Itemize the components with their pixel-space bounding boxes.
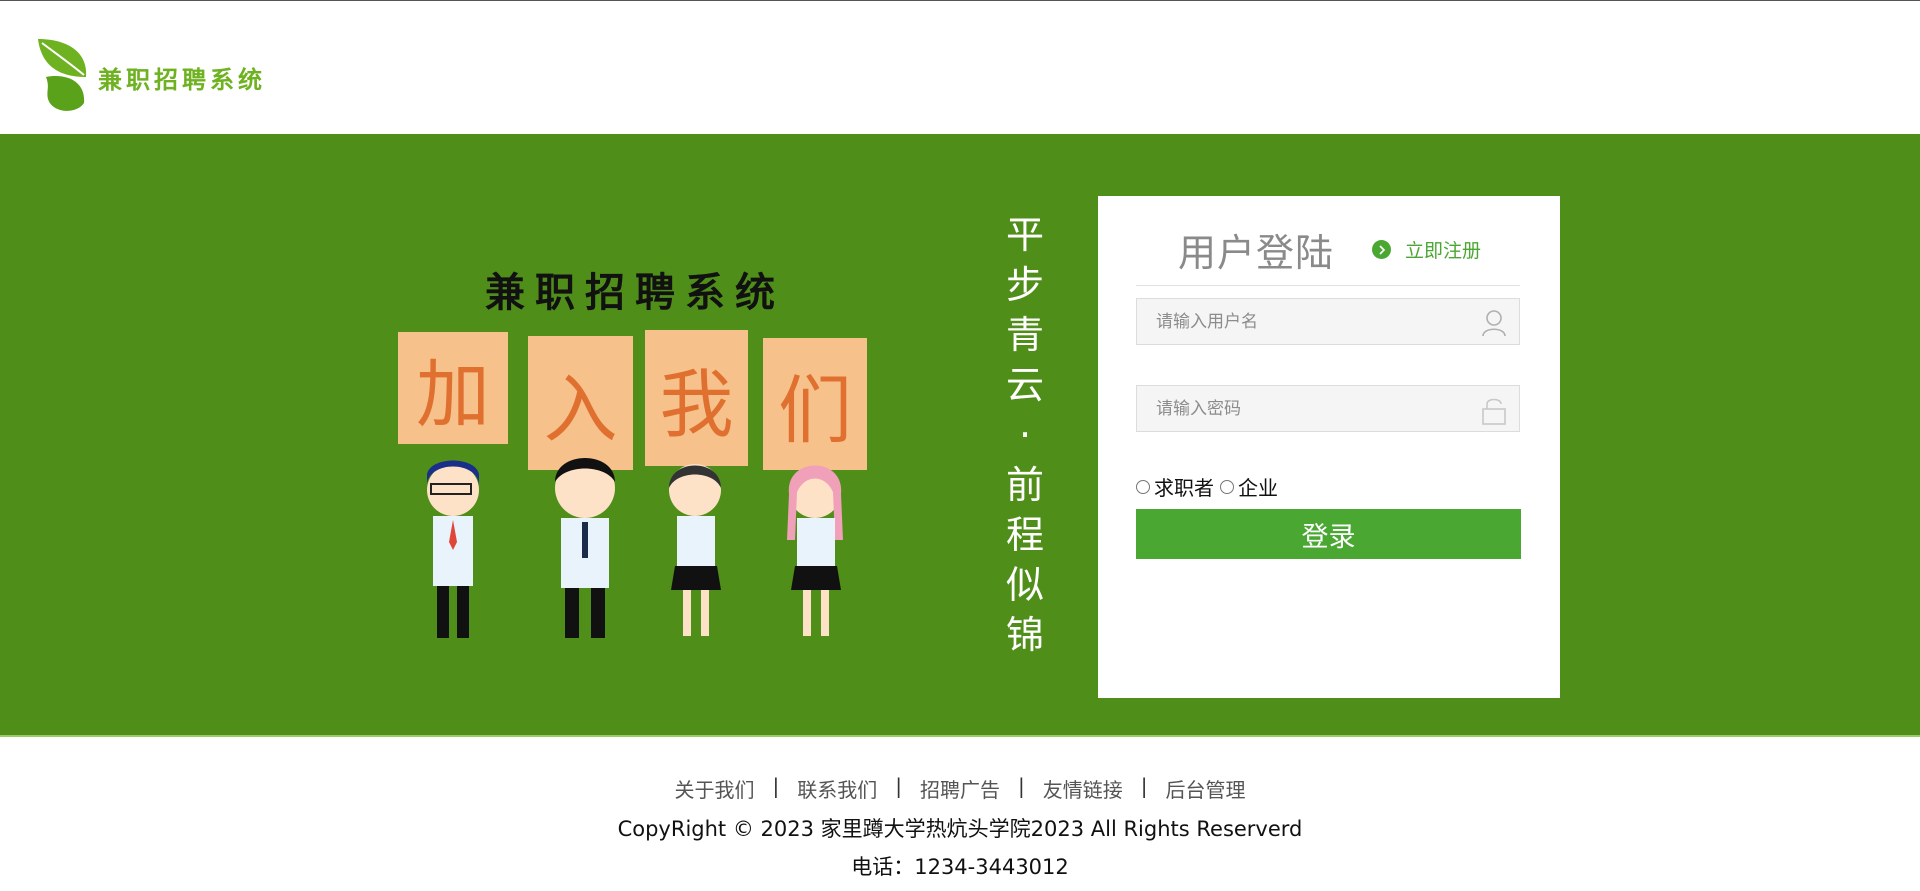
footer-link-contact[interactable]: 联系我们 <box>797 774 877 803</box>
footer-link-about[interactable]: 关于我们 <box>675 774 755 803</box>
slogan-char: 步 <box>1005 263 1044 307</box>
username-field <box>1136 298 1520 345</box>
poster-sign: 加 <box>398 332 508 444</box>
role-option-jobseeker[interactable]: 求职者 <box>1136 472 1214 501</box>
hero-band <box>0 134 1920 736</box>
site-footer: 关于我们 | 联系我们 | 招聘广告 | 友情链接 | 后台管理 CopyRig… <box>0 737 1920 891</box>
footer-separator: | <box>1140 774 1148 798</box>
slogan-char: · <box>1018 413 1032 457</box>
password-field <box>1136 385 1520 432</box>
password-input[interactable] <box>1137 386 1476 431</box>
slogan-char: 似 <box>1005 563 1044 607</box>
role-label: 企业 <box>1238 476 1278 500</box>
footer-separator: | <box>895 774 902 798</box>
footer-separator: | <box>1018 774 1025 798</box>
lock-icon <box>1481 396 1507 430</box>
slogan-vertical: 平 步 青 云 · 前 程 似 锦 <box>998 210 1052 660</box>
login-title: 用户登陆 <box>1178 231 1335 275</box>
copyright-text: CopyRight © 2023 家里蹲大学热炕头学院2023 All Righ… <box>617 817 1303 841</box>
join-us-poster: 兼职招聘系统 加 入 我 们 <box>395 250 875 650</box>
footer-link-admin[interactable]: 后台管理 <box>1166 774 1246 803</box>
role-radio-company[interactable] <box>1220 479 1234 494</box>
phone-text: 电话：1234-3443012 <box>851 855 1069 879</box>
leaf-logo-icon <box>38 39 87 111</box>
role-radio-jobseeker[interactable] <box>1136 479 1150 494</box>
register-label: 立即注册 <box>1405 240 1482 262</box>
site-header: 兼职招聘系统 <box>0 1 1920 134</box>
user-icon <box>1481 309 1507 341</box>
username-input[interactable] <box>1137 299 1476 344</box>
role-option-company[interactable]: 企业 <box>1220 472 1278 501</box>
slogan-char: 青 <box>1005 313 1044 357</box>
register-link[interactable]: 立即注册 <box>1372 236 1481 263</box>
logo-text: 兼职招聘系统 <box>98 64 266 94</box>
role-label: 求职者 <box>1154 476 1214 500</box>
login-panel: 用户登陆 立即注册 求职者 企业 <box>1098 196 1560 698</box>
poster-title: 兼职招聘系统 <box>485 269 785 316</box>
footer-link-ads[interactable]: 招聘广告 <box>920 774 1000 803</box>
chevron-right-circle-icon <box>1372 240 1391 259</box>
footer-link-friends[interactable]: 友情链接 <box>1043 774 1123 803</box>
footer-links: 关于我们 | 联系我们 | 招聘广告 | 友情链接 | 后台管理 <box>0 774 1920 803</box>
role-selector: 求职者 企业 <box>1136 472 1278 501</box>
slogan-char: 程 <box>1005 513 1044 557</box>
slogan-char: 云 <box>1005 363 1044 407</box>
slogan-char: 前 <box>1005 463 1044 507</box>
cartoon-people-illustration <box>427 458 843 638</box>
slogan-char: 平 <box>1005 213 1044 257</box>
login-button[interactable]: 登录 <box>1136 509 1521 559</box>
title-divider <box>1136 285 1520 286</box>
logo[interactable]: 兼职招聘系统 <box>36 37 266 113</box>
footer-separator: | <box>772 774 780 798</box>
slogan-char: 锦 <box>1005 613 1044 657</box>
